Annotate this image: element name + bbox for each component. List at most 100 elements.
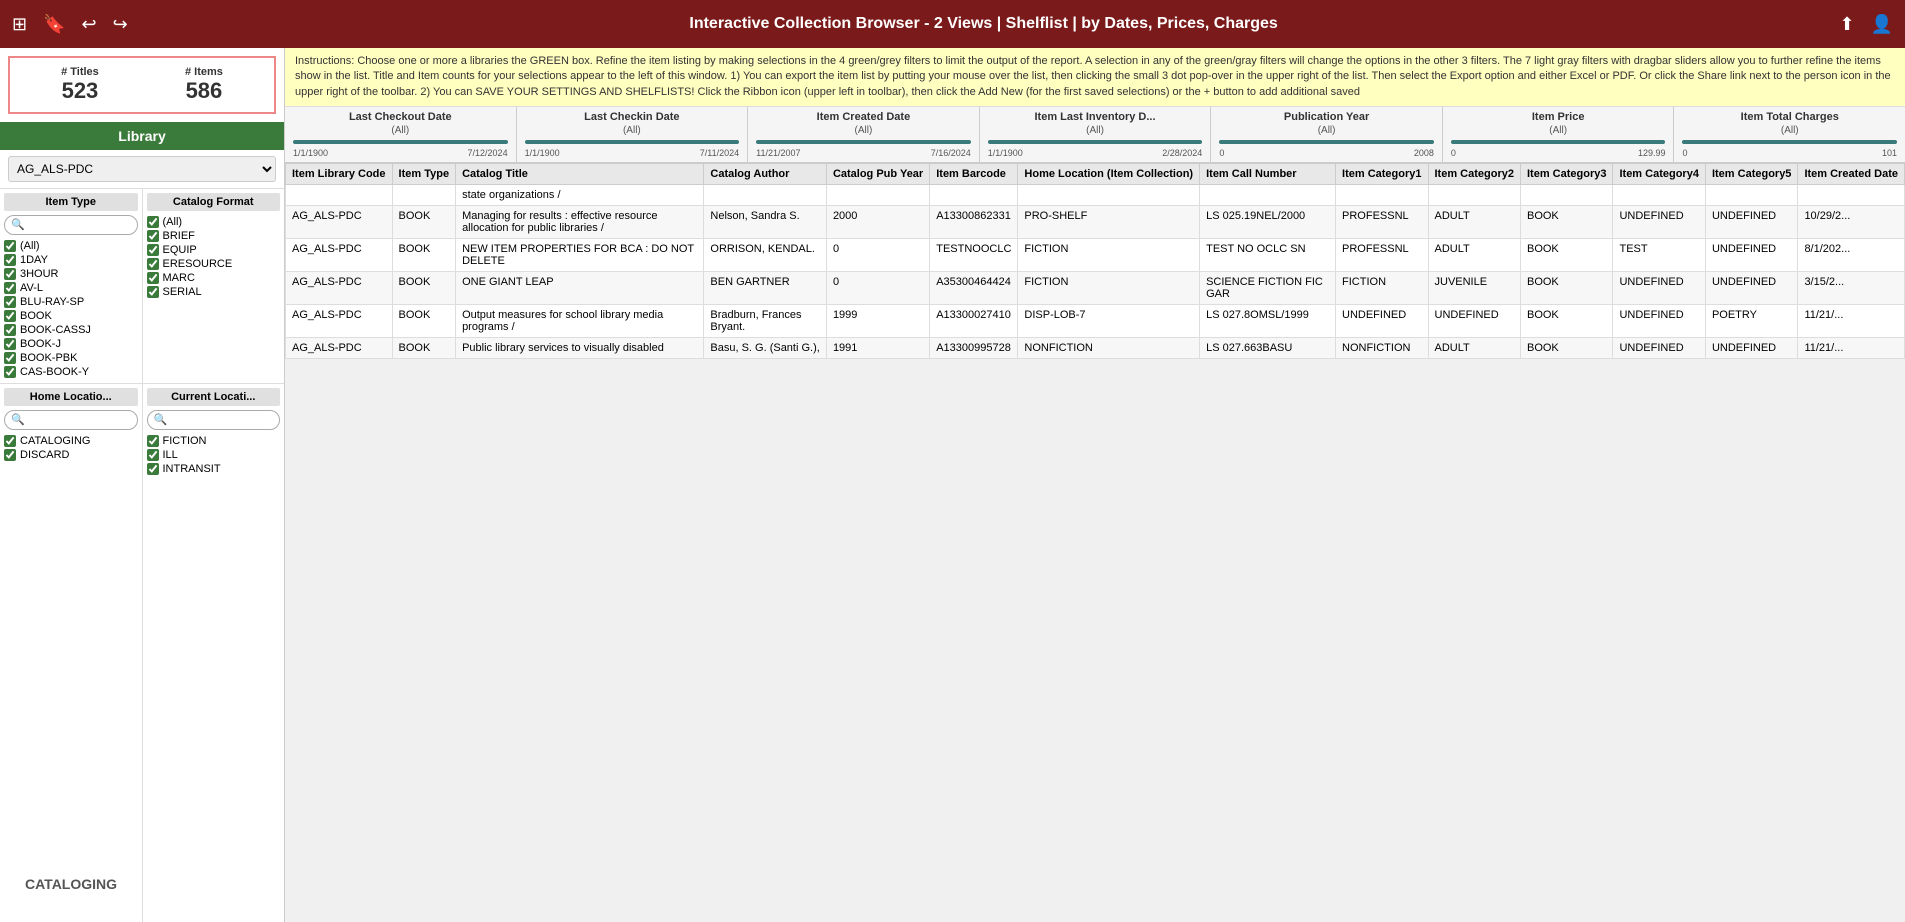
item-type-label: 3HOUR (20, 268, 59, 280)
col-header-9[interactable]: Item Category2 (1428, 164, 1520, 185)
home-location-checkbox[interactable] (4, 435, 16, 447)
item-type-item[interactable]: BOOK-PBK (4, 351, 138, 365)
table-row[interactable]: AG_ALS-PDCBOOKONE GIANT LEAPBEN GARTNER0… (286, 272, 1905, 305)
current-location-search[interactable] (147, 410, 281, 430)
item-type-checkbox[interactable] (4, 324, 16, 336)
item-type-item[interactable]: CAS-BOOK-Y (4, 365, 138, 379)
item-type-label: BOOK (20, 310, 52, 322)
item-type-search[interactable] (4, 215, 138, 235)
slider-min-1: 1/1/1900 (525, 148, 560, 158)
cell-2-4: 0 (826, 239, 929, 272)
col-header-1[interactable]: Item Type (392, 164, 456, 185)
slider-panel-5: Item Price (All) 0 129.99 (1443, 107, 1675, 162)
table-row[interactable]: state organizations / (286, 185, 1905, 206)
catalog-format-checkbox[interactable] (147, 216, 159, 228)
item-type-checkbox[interactable] (4, 296, 16, 308)
slider-track-3[interactable] (988, 140, 1203, 144)
current-location-checkbox[interactable] (147, 435, 159, 447)
item-type-item[interactable]: BOOK (4, 309, 138, 323)
cell-0-11 (1613, 185, 1705, 206)
catalog-format-checkbox[interactable] (147, 230, 159, 242)
current-location-item[interactable]: FICTION (147, 434, 281, 448)
catalog-format-item[interactable]: MARC (147, 271, 281, 285)
slider-track-0[interactable] (293, 140, 508, 144)
library-dropdown[interactable]: AG_ALS-PDC (8, 156, 276, 182)
item-type-item[interactable]: BOOK-CASSJ (4, 323, 138, 337)
table-row[interactable]: AG_ALS-PDCBOOKManaging for results : eff… (286, 206, 1905, 239)
slider-track-1[interactable] (525, 140, 740, 144)
home-location-item[interactable]: DISCARD (4, 448, 138, 462)
col-header-7[interactable]: Item Call Number (1200, 164, 1336, 185)
user-icon[interactable]: 👤 (1871, 14, 1893, 35)
item-type-checkbox[interactable] (4, 310, 16, 322)
catalog-format-checkbox[interactable] (147, 286, 159, 298)
item-type-item[interactable]: BLU-RAY-SP (4, 295, 138, 309)
slider-min-3: 1/1/1900 (988, 148, 1023, 158)
slider-track-4[interactable] (1219, 140, 1434, 144)
current-location-checkbox[interactable] (147, 449, 159, 461)
item-type-checkbox[interactable] (4, 240, 16, 252)
item-type-item[interactable]: 3HOUR (4, 267, 138, 281)
cell-0-1 (392, 185, 456, 206)
item-type-checkbox[interactable] (4, 352, 16, 364)
item-type-checkbox[interactable] (4, 338, 16, 350)
col-header-4[interactable]: Catalog Pub Year (826, 164, 929, 185)
cell-4-3: Bradburn, Frances Bryant. (704, 305, 827, 338)
item-type-item[interactable]: AV-L (4, 281, 138, 295)
cell-0-12 (1705, 185, 1797, 206)
col-header-11[interactable]: Item Category4 (1613, 164, 1705, 185)
catalog-format-item[interactable]: EQUIP (147, 243, 281, 257)
table-row[interactable]: AG_ALS-PDCBOOKOutput measures for school… (286, 305, 1905, 338)
col-header-13[interactable]: Item Created Date (1798, 164, 1905, 185)
col-header-10[interactable]: Item Category3 (1520, 164, 1612, 185)
col-header-12[interactable]: Item Category5 (1705, 164, 1797, 185)
table-container[interactable]: Item Library CodeItem TypeCatalog TitleC… (285, 163, 1905, 922)
item-type-checkbox[interactable] (4, 366, 16, 378)
item-type-item[interactable]: BOOK-J (4, 337, 138, 351)
catalog-format-checkbox[interactable] (147, 272, 159, 284)
item-type-item[interactable]: (All) (4, 239, 138, 253)
item-type-checkbox[interactable] (4, 268, 16, 280)
home-location-checkbox[interactable] (4, 449, 16, 461)
slider-track-5[interactable] (1451, 140, 1666, 144)
col-header-5[interactable]: Item Barcode (930, 164, 1018, 185)
table-row[interactable]: AG_ALS-PDCBOOKPublic library services to… (286, 338, 1905, 359)
items-value: 586 (185, 78, 223, 104)
grid-icon[interactable]: ⊞ (12, 14, 27, 35)
home-location-search[interactable] (4, 410, 138, 430)
col-header-8[interactable]: Item Category1 (1336, 164, 1428, 185)
catalog-format-item[interactable]: SERIAL (147, 285, 281, 299)
col-header-3[interactable]: Catalog Author (704, 164, 827, 185)
item-type-label: BLU-RAY-SP (20, 296, 84, 308)
cell-4-10: BOOK (1520, 305, 1612, 338)
col-header-6[interactable]: Home Location (Item Collection) (1018, 164, 1200, 185)
cell-1-6: PRO-SHELF (1018, 206, 1200, 239)
current-location-item[interactable]: INTRANSIT (147, 462, 281, 476)
slider-title-2: Item Created Date (756, 111, 971, 123)
slider-track-2[interactable] (756, 140, 971, 144)
cell-5-13: 11/21/... (1798, 338, 1905, 359)
cell-2-3: ORRISON, KENDAL. (704, 239, 827, 272)
cell-5-10: BOOK (1520, 338, 1612, 359)
bookmark-icon[interactable]: 🔖 (43, 14, 65, 35)
current-location-item[interactable]: ILL (147, 448, 281, 462)
item-type-checkbox[interactable] (4, 282, 16, 294)
cell-0-10 (1520, 185, 1612, 206)
catalog-format-checkbox[interactable] (147, 258, 159, 270)
home-location-item[interactable]: CATALOGING (4, 434, 138, 448)
slider-track-6[interactable] (1682, 140, 1897, 144)
catalog-format-checkbox[interactable] (147, 244, 159, 256)
catalog-format-item[interactable]: (All) (147, 215, 281, 229)
redo-icon[interactable]: ↪ (113, 14, 128, 35)
col-header-0[interactable]: Item Library Code (286, 164, 393, 185)
item-type-checkbox[interactable] (4, 254, 16, 266)
catalog-format-item[interactable]: ERESOURCE (147, 257, 281, 271)
item-type-item[interactable]: 1DAY (4, 253, 138, 267)
catalog-format-item[interactable]: BRIEF (147, 229, 281, 243)
cell-2-7: TEST NO OCLC SN (1200, 239, 1336, 272)
current-location-checkbox[interactable] (147, 463, 159, 475)
undo-icon[interactable]: ↩ (82, 14, 97, 35)
col-header-2[interactable]: Catalog Title (456, 164, 704, 185)
share-icon[interactable]: ⬆ (1839, 14, 1854, 35)
table-row[interactable]: AG_ALS-PDCBOOKNEW ITEM PROPERTIES FOR BC… (286, 239, 1905, 272)
